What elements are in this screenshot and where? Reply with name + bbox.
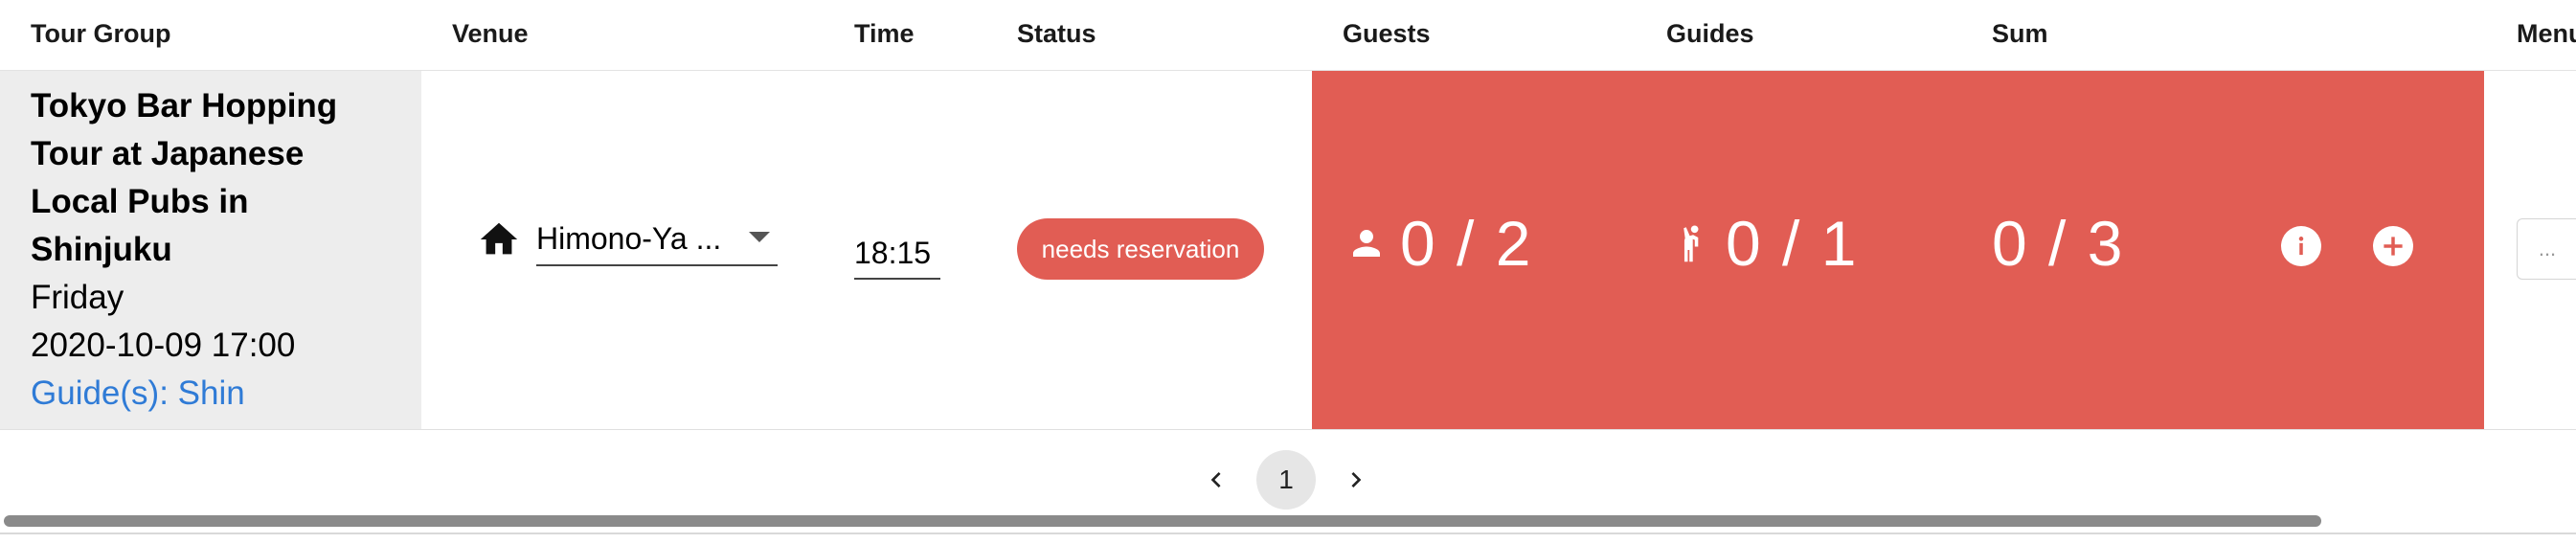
tour-name: Tokyo Bar Hopping Tour at Japanese Local…: [31, 87, 338, 268]
guests-counter: 0 / 2: [1346, 207, 1532, 280]
capacity-highlight: 0 / 2 0 / 1 0 / 3: [1312, 71, 2484, 429]
tour-guides-link[interactable]: Guide(s): Shin: [31, 370, 245, 418]
venue-value: Himono-Ya ...: [536, 220, 722, 256]
header-status[interactable]: Status: [1017, 19, 1096, 49]
menu-select[interactable]: ...: [2517, 218, 2576, 280]
person-icon: [1353, 230, 1380, 257]
info-icon[interactable]: [2281, 226, 2321, 266]
header-guides[interactable]: Guides: [1666, 19, 1754, 49]
header-venue[interactable]: Venue: [452, 19, 529, 49]
sum-count: 0 / 3: [1992, 208, 2125, 279]
guests-count: 0 / 2: [1400, 208, 1533, 279]
tour-day: Friday: [31, 279, 124, 316]
next-page-button[interactable]: [1327, 451, 1385, 509]
tour-group-cell: Tokyo Bar Hopping Tour at Japanese Local…: [0, 71, 421, 429]
table-header: Tour Group Venue Time Status Guests Guid…: [0, 0, 2576, 71]
tour-datetime: 2020-10-09 17:00: [31, 327, 296, 364]
bottom-divider: [0, 533, 2576, 534]
pagination: 1: [1187, 450, 1385, 510]
venue-select[interactable]: Himono-Ya ...: [536, 213, 778, 266]
guides-counter: 0 / 1: [1672, 207, 1858, 280]
guide-person-icon: [1683, 225, 1699, 262]
chevron-down-icon: [749, 232, 770, 242]
chevron-left-icon: [1210, 472, 1221, 487]
scrollbar-thumb[interactable]: [4, 515, 2321, 527]
header-guests[interactable]: Guests: [1343, 19, 1431, 49]
time-input[interactable]: 18:15: [854, 228, 940, 280]
home-icon: [480, 222, 518, 255]
header-sum[interactable]: Sum: [1992, 19, 2048, 49]
add-icon[interactable]: [2373, 226, 2413, 266]
page-button-current[interactable]: 1: [1256, 450, 1316, 510]
header-time[interactable]: Time: [854, 19, 915, 49]
previous-page-button[interactable]: [1187, 451, 1245, 509]
table-row: Tokyo Bar Hopping Tour at Japanese Local…: [0, 71, 2576, 430]
chevron-right-icon: [1351, 472, 1362, 487]
header-menu[interactable]: Menu: [2517, 19, 2576, 49]
time-value: 18:15: [854, 235, 932, 270]
header-tour-group[interactable]: Tour Group: [31, 19, 170, 49]
sum-counter: 0 / 3: [1992, 207, 2124, 280]
guides-count: 0 / 1: [1726, 208, 1859, 279]
status-badge[interactable]: needs reservation: [1017, 218, 1264, 280]
venue-field: Himono-Ya ...: [477, 213, 778, 266]
